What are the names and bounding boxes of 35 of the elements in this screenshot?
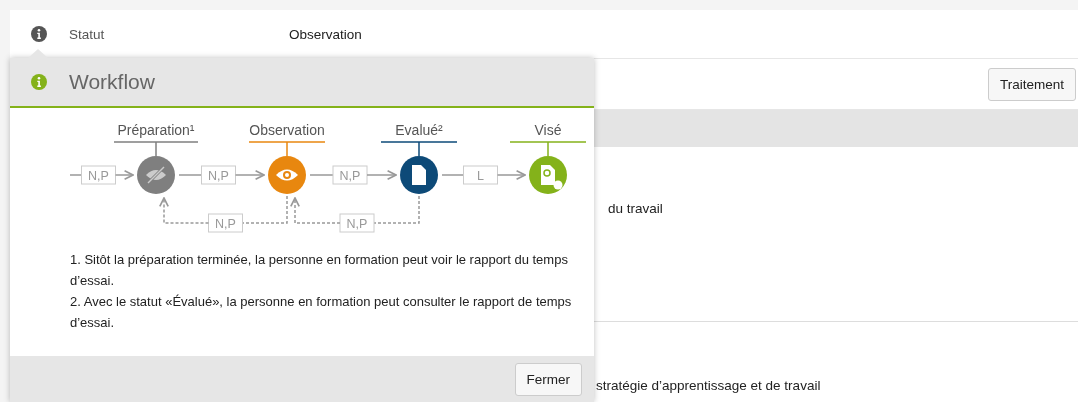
transition-label: N,P — [346, 217, 368, 231]
arrow — [366, 169, 397, 181]
transition-label: N,P — [208, 169, 229, 183]
info-icon — [31, 74, 47, 90]
return-line — [373, 195, 420, 224]
arrow — [234, 169, 265, 181]
close-button[interactable]: Fermer — [514, 362, 582, 396]
stage-label: Observation — [249, 122, 325, 138]
content-text: du travail — [608, 201, 663, 216]
return-line — [241, 195, 288, 224]
process-button[interactable]: Traitement — [987, 67, 1076, 101]
transition-label: N,P — [339, 169, 361, 183]
popover-title: Workflow — [69, 70, 155, 94]
stage-label: Préparation¹ — [117, 122, 195, 138]
status-label: Statut — [69, 26, 106, 42]
footnote: 2. Avec le statut «Évalué», la personne en formation peut consulter le rapport de temps d’essai. — [70, 293, 573, 332]
arrow — [114, 169, 134, 181]
arrow — [496, 169, 526, 181]
transition-label: L — [477, 169, 484, 183]
status-value: Observation — [289, 26, 362, 42]
stage-label: Evalué² — [395, 122, 443, 138]
transition-box — [463, 165, 498, 185]
return-arrow — [289, 197, 341, 224]
transition-box — [81, 165, 116, 185]
return-arrow — [158, 197, 210, 224]
transition-box — [201, 165, 236, 185]
footnote: 1. Sitôt la préparation terminée, la personne en formation peut voir le rapport du temps d’essai. — [70, 251, 569, 290]
transition-label: N,P — [215, 217, 236, 231]
transition-box — [332, 165, 368, 185]
transition-box — [208, 213, 243, 233]
stage-label: Visé — [534, 122, 562, 138]
info-icon[interactable] — [31, 26, 47, 42]
transition-box — [339, 213, 375, 233]
content-text: stratégie d’apprentissage et de travail — [596, 378, 821, 393]
transition-label: N,P — [88, 169, 109, 183]
